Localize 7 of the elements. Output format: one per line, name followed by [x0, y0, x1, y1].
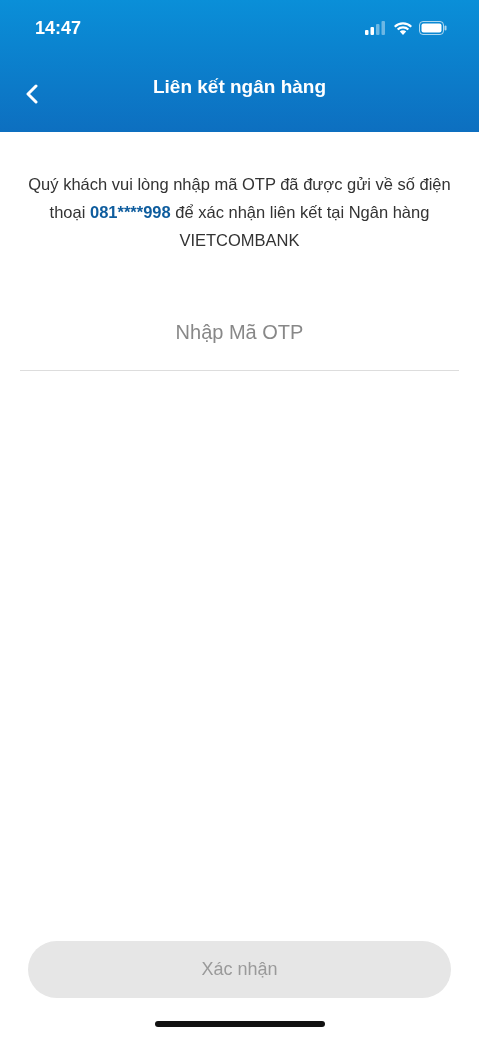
wifi-icon	[393, 21, 413, 35]
otp-instruction: Quý khách vui lòng nhập mã OTP đã được gửi về số điện thoại 081****998 để xác nhận liên kết tại Ngân hàng VIETCOMBANK	[27, 174, 452, 251]
battery-icon	[419, 21, 447, 35]
signal-icon	[365, 21, 387, 35]
screen-title: Liên kết ngân hàng	[152, 76, 327, 98]
back-icon[interactable]	[26, 84, 38, 104]
status-time: 14:47	[35, 17, 82, 39]
